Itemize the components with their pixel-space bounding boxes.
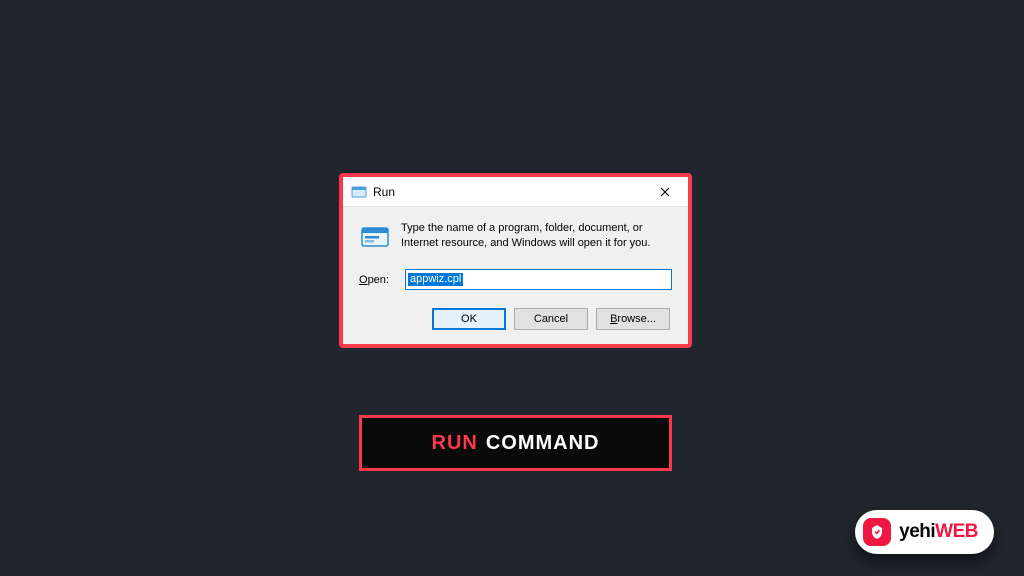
ok-button[interactable]: OK [432,308,506,330]
watermark-brand: yehiWEB [899,521,978,543]
run-dialog: Run Type the name of a program, folder, … [339,173,692,348]
watermark-brand-part1: yehi [899,521,935,542]
banner-word-1: RUN [432,432,478,455]
caption-banner: RUN COMMAND [359,415,672,471]
banner-word-2: COMMAND [486,432,600,455]
button-row: OK Cancel Browse... [359,308,672,330]
watermark-brand-part2: WEB [935,521,978,542]
cancel-button[interactable]: Cancel [514,308,588,330]
run-large-icon [359,221,391,253]
command-input[interactable]: appwiz.cpl [405,269,672,290]
close-icon [660,187,670,197]
dialog-description: Type the name of a program, folder, docu… [401,221,672,251]
open-label: Open: [359,274,403,286]
titlebar[interactable]: Run [343,177,688,207]
close-button[interactable] [648,180,682,204]
watermark-pill: yehiWEB [855,510,994,554]
command-input-value: appwiz.cpl [408,273,463,286]
dialog-title: Run [373,185,648,199]
browse-button[interactable]: Browse... [596,308,670,330]
dialog-body: Type the name of a program, folder, docu… [343,207,688,344]
run-app-icon [351,184,367,200]
watermark-badge-icon [863,518,891,546]
